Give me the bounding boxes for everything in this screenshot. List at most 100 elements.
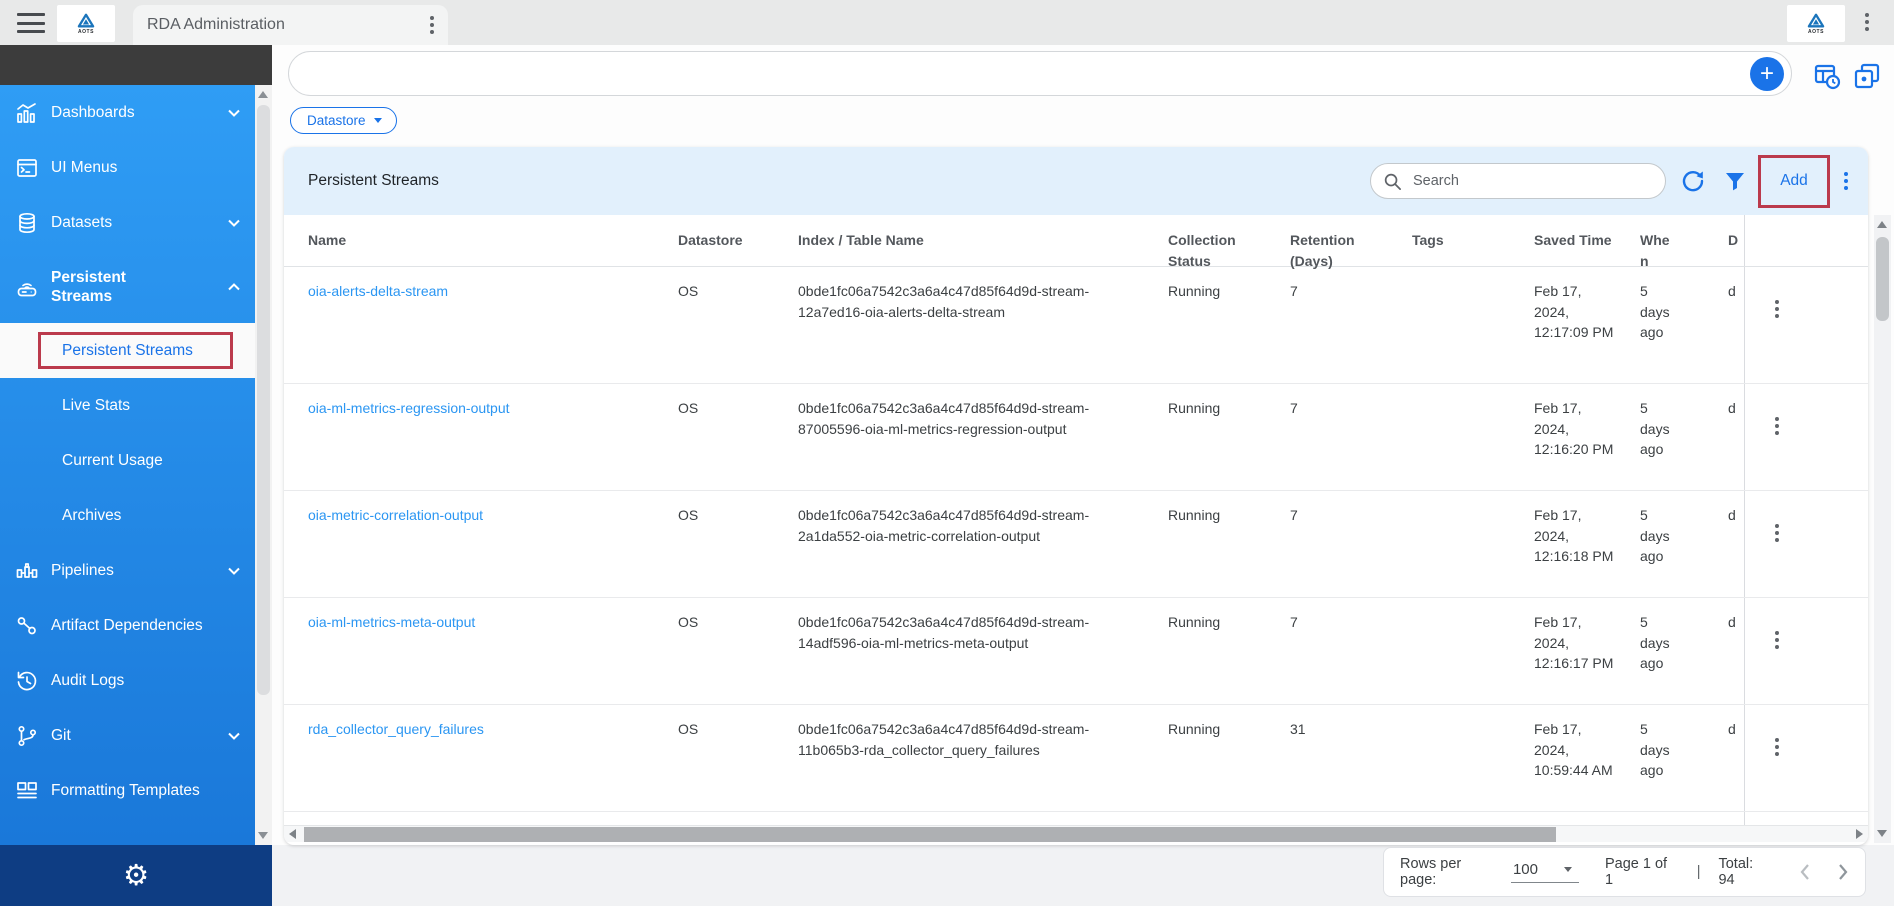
cell-datastore: OS: [678, 267, 778, 302]
aots-logo-icon: AOTS: [75, 13, 97, 35]
scroll-right-icon[interactable]: [1856, 829, 1863, 839]
row-kebab-icon[interactable]: [1775, 300, 1779, 318]
cell-desc: d: [1728, 705, 1744, 740]
column-header-status[interactable]: Collection Status: [1168, 215, 1273, 272]
column-header-datastore[interactable]: Datastore: [678, 215, 778, 251]
scroll-up-icon[interactable]: [258, 91, 268, 98]
app-logo-right[interactable]: AOTS: [1787, 5, 1845, 42]
panel-title: Persistent Streams: [308, 172, 1370, 190]
search-box[interactable]: [1370, 163, 1666, 199]
cell-when: 5 days ago: [1640, 812, 1676, 825]
column-header-retention[interactable]: Retention (Days): [1290, 215, 1395, 272]
cell-retention: 7: [1290, 491, 1395, 526]
prev-page-icon[interactable]: [1799, 863, 1811, 881]
sidebar-item-dashboards[interactable]: Dashboards: [0, 85, 255, 140]
cell-tags: [1412, 267, 1517, 281]
rows-per-page-select[interactable]: 100: [1511, 861, 1579, 883]
logo-text: AOTS: [1808, 30, 1824, 35]
cell-name[interactable]: oia-ml-metrics-meta-output: [308, 598, 558, 633]
sidebar-scrollbar[interactable]: [255, 85, 272, 845]
cell-saved: Feb 17, 2024, 12:17:09 PM: [1534, 267, 1614, 343]
column-header-name[interactable]: Name: [308, 215, 558, 251]
sidebar-scrollbar-thumb[interactable]: [257, 105, 270, 695]
search-input[interactable]: [1413, 173, 1633, 189]
cell-saved: Feb 17, 2024, 12:16:20 PM: [1534, 384, 1614, 460]
sidebar-item-formatting-templates[interactable]: Formatting Templates: [0, 763, 255, 818]
cell-name[interactable]: oia-ml-metrics-regression-output: [308, 384, 558, 419]
cell-retention: 7: [1290, 598, 1395, 633]
column-header-saved-time[interactable]: Saved Time: [1534, 215, 1614, 251]
hamburger-menu-icon[interactable]: [17, 13, 45, 33]
sidebar-item-persistent-streams-sub[interactable]: Persistent Streams: [0, 323, 255, 378]
sidebar-item-label: Audit Logs: [51, 672, 124, 690]
cell-name[interactable]: oia-alerts-delta-stream: [308, 267, 558, 302]
column-header-tags[interactable]: Tags: [1412, 215, 1517, 251]
cell-retention: 7: [1290, 812, 1395, 825]
settings-gear-icon[interactable]: ⚙: [123, 861, 149, 890]
cell-status: Running: [1168, 267, 1273, 302]
logo-text: AOTS: [78, 30, 94, 35]
sidebar-item-git[interactable]: Git: [0, 708, 255, 763]
cell-saved: Feb 17, 2024, 12:16:17 PM: [1534, 598, 1614, 674]
sidebar-item-label: Pipelines: [51, 562, 114, 580]
panel-menu-icon[interactable]: [1844, 172, 1848, 190]
history-board-icon[interactable]: [1813, 62, 1841, 90]
cell-name[interactable]: oia-metric-correlation-output: [308, 491, 558, 526]
datastore-chip-label: Datastore: [307, 113, 366, 128]
rows-per-page-value: 100: [1513, 861, 1538, 878]
table-scrollbar-thumb[interactable]: [1876, 237, 1889, 321]
sidebar-item-current-usage-sub[interactable]: Current Usage: [0, 433, 255, 488]
copy-board-icon[interactable]: [1853, 62, 1881, 90]
sidebar-item-pipelines[interactable]: Pipelines: [0, 543, 255, 598]
cell-datastore: OS: [678, 705, 778, 740]
row-kebab-icon[interactable]: [1775, 417, 1779, 435]
cell-status: Running: [1168, 705, 1273, 740]
add-button[interactable]: Add: [1780, 172, 1808, 190]
sidebar-item-persistent-streams[interactable]: Persistent Streams: [0, 250, 255, 323]
table-row: rda_collector_query_failuresOS0bde1fc06a…: [284, 705, 1868, 812]
column-header-description[interactable]: D: [1728, 215, 1744, 251]
sidebar-item-datasets[interactable]: Datasets: [0, 195, 255, 250]
sidebar-item-artifact-dependencies[interactable]: Artifact Dependencies: [0, 598, 255, 653]
sidebar-item-ui-menus[interactable]: UI Menus: [0, 140, 255, 195]
row-kebab-icon[interactable]: [1775, 524, 1779, 542]
scroll-down-icon[interactable]: [258, 832, 268, 839]
sidebar-item-live-stats-sub[interactable]: Live Stats: [0, 378, 255, 433]
scroll-down-icon[interactable]: [1877, 830, 1887, 837]
sidebar-nav: DashboardsUI MenusDatasetsPersistent Str…: [0, 85, 255, 818]
sidebar-item-label: Persistent Streams: [62, 342, 193, 360]
table-header: Name Datastore Index / Table Name Collec…: [284, 215, 1868, 267]
row-actions: [1744, 491, 1868, 597]
add-filter-button[interactable]: +: [1750, 57, 1784, 91]
scroll-up-icon[interactable]: [1877, 221, 1887, 228]
tab-menu-icon[interactable]: [430, 16, 434, 34]
cell-name[interactable]: rda_collector_query_failures: [308, 705, 558, 740]
filter-icon[interactable]: [1722, 168, 1748, 194]
sidebar-item-audit-logs[interactable]: Audit Logs: [0, 653, 255, 708]
browser-menu-icon[interactable]: [1865, 13, 1869, 31]
pipelines-icon: [15, 559, 39, 583]
omni-filter-bar[interactable]: +: [288, 51, 1792, 96]
sidebar-item-label: Live Stats: [62, 397, 130, 415]
sidebar-item-label: Archives: [62, 507, 121, 525]
total-count: Total: 94: [1718, 856, 1773, 888]
sidebar-item-label: Current Usage: [62, 452, 163, 470]
row-kebab-icon[interactable]: [1775, 738, 1779, 756]
refresh-icon[interactable]: [1680, 168, 1706, 194]
column-header-when[interactable]: When: [1640, 215, 1676, 272]
column-header-index[interactable]: Index / Table Name: [798, 215, 1094, 251]
sidebar-item-archives-sub[interactable]: Archives: [0, 488, 255, 543]
cell-datastore: OS: [678, 384, 778, 419]
cell-name[interactable]: formatting_distribution_audit: [308, 812, 558, 825]
scroll-left-icon[interactable]: [289, 829, 296, 839]
horizontal-scrollbar-thumb[interactable]: [304, 827, 1556, 842]
horizontal-scrollbar[interactable]: [284, 825, 1868, 842]
row-kebab-icon[interactable]: [1775, 631, 1779, 649]
panel-header: Persistent Streams Add: [284, 147, 1868, 215]
app-logo[interactable]: AOTS: [57, 5, 115, 42]
app-tab[interactable]: RDA Administration: [133, 5, 448, 45]
datastore-chip[interactable]: Datastore: [290, 107, 397, 134]
table-scrollbar[interactable]: [1874, 215, 1891, 843]
next-page-icon[interactable]: [1837, 863, 1849, 881]
sidebar-item-label: UI Menus: [51, 159, 117, 177]
